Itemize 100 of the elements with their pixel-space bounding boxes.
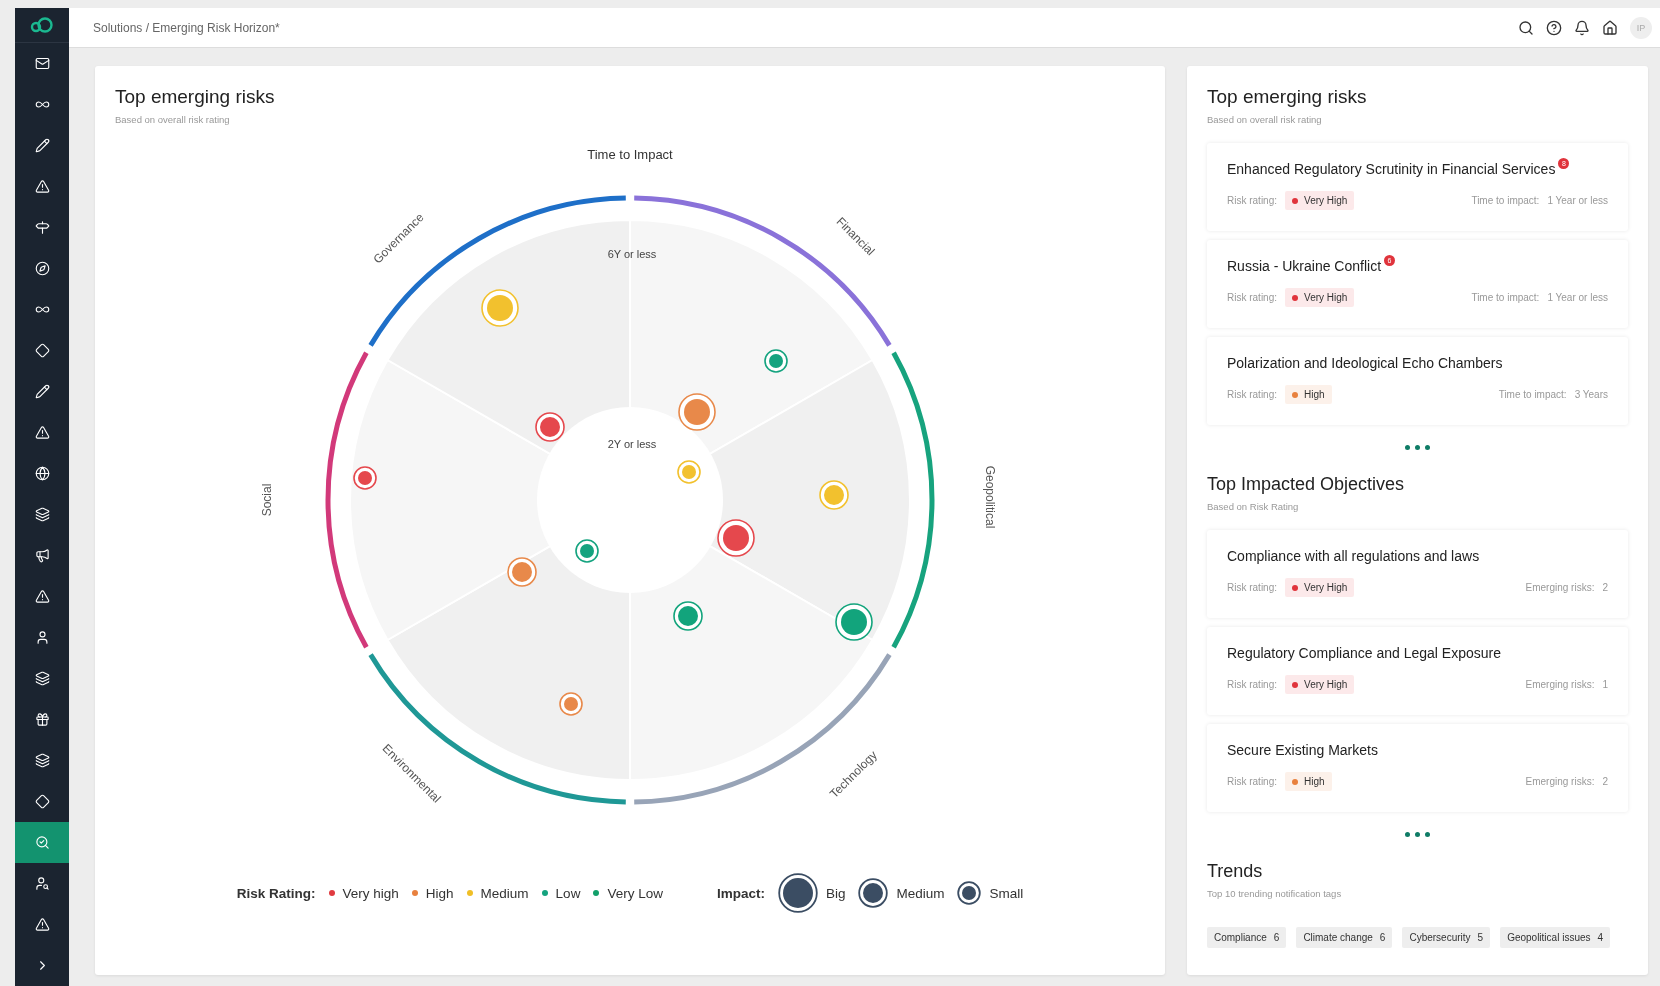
pencil-icon: [34, 384, 50, 399]
compass-icon: [34, 261, 50, 276]
risk-name: Polarization and Ideological Echo Chambers: [1227, 355, 1503, 371]
time-value: 1 Year or less: [1547, 195, 1608, 206]
risk-name: Russia - Ukraine Conflict: [1227, 258, 1382, 274]
user-search-icon: [34, 876, 50, 891]
objective-card[interactable]: Regulatory Compliance and Legal Exposure Risk rating: Very High Emerging risks: 1: [1207, 627, 1628, 715]
legend-label: Medium: [480, 885, 529, 901]
risk-rating-label: Risk rating:: [1227, 389, 1277, 400]
breadcrumb: Solutions / Emerging Risk Horizon*: [93, 20, 280, 35]
card-title: Top emerging risks: [115, 86, 276, 108]
time-label: Time to impact:: [1471, 292, 1540, 303]
risk-name: Enhanced Regulatory Scrutinity in Financial Services: [1227, 161, 1556, 177]
mail-icon: [34, 56, 50, 71]
trend-tag[interactable]: Climate change 6: [1296, 927, 1393, 948]
risk-rating-label: Risk rating:: [1227, 195, 1277, 206]
risk-rating-label: Risk rating:: [1227, 292, 1277, 303]
risk-bubble[interactable]: [673, 601, 703, 631]
legend-label: Big: [825, 885, 846, 901]
risk-bubble[interactable]: [678, 393, 716, 431]
gift-icon: [34, 712, 50, 727]
diamond-icon: [34, 343, 50, 358]
legend-label: High: [425, 885, 454, 901]
section-title: Top Impacted Objectives: [1207, 474, 1406, 495]
ring-label: 2Y or less: [607, 437, 657, 450]
help-icon[interactable]: [1546, 19, 1562, 36]
pencil-icon: [34, 138, 50, 153]
risk-rating-tag: Very High: [1285, 675, 1355, 694]
legend-label: Very Low: [607, 885, 663, 901]
diamond-icon: [34, 794, 50, 809]
objective-name: Compliance with all regulations and laws: [1227, 548, 1480, 564]
emerging-risks-label: Emerging risks:: [1525, 582, 1595, 593]
warning-icon: [34, 425, 50, 440]
objective-card[interactable]: Secure Existing Markets Risk rating: High Emerging risks: 2: [1207, 724, 1628, 812]
signpost-icon: [34, 220, 50, 235]
risk-rating-label: Risk rating:: [1227, 679, 1277, 690]
section-subtitle: Top 10 trending notification tags: [1207, 888, 1343, 899]
risk-bubble[interactable]: [535, 412, 565, 442]
legend-label: Low: [555, 885, 581, 901]
chart-title: Time to Impact: [587, 147, 673, 162]
ring-label: 6Y or less: [607, 247, 657, 260]
emerging-risks-count: 2: [1602, 582, 1608, 593]
risk-rating-tag: Very High: [1285, 191, 1355, 210]
objective-card[interactable]: Compliance with all regulations and laws Risk rating: Very High Emerging risks: 2: [1207, 530, 1628, 618]
legend-title: Impact:: [716, 885, 765, 901]
section-subtitle: Based on overall risk rating: [1207, 114, 1323, 125]
bell-icon[interactable]: [1574, 19, 1590, 36]
logo-icon: [30, 17, 54, 33]
impact-circle-icon: [858, 878, 889, 908]
objective-name: Regulatory Compliance and Legal Exposure: [1227, 645, 1501, 661]
warning-icon: [34, 179, 50, 194]
risk-rating-label: Risk rating:: [1227, 582, 1277, 593]
objective-name: Secure Existing Markets: [1227, 742, 1378, 758]
section-subtitle: Based on Risk Rating: [1207, 501, 1300, 512]
layers-icon: [34, 753, 50, 768]
risk-rating-tag: Very High: [1285, 288, 1355, 307]
risk-rating-label: Risk rating:: [1227, 776, 1277, 787]
emerging-risks-count: 2: [1602, 776, 1608, 787]
globe-icon: [34, 466, 50, 481]
time-label: Time to impact:: [1471, 195, 1540, 206]
risk-rating-tag: High: [1285, 385, 1332, 404]
emerging-risks-label: Emerging risks:: [1525, 679, 1595, 690]
section-title: Trends: [1207, 861, 1264, 882]
layers-icon: [34, 507, 50, 522]
risk-bubble[interactable]: [764, 349, 788, 373]
search-check-icon: [34, 835, 50, 850]
impact-circle-icon: [957, 881, 982, 905]
legend-label: Very high: [342, 885, 399, 901]
card-subtitle: Based on overall risk rating: [115, 114, 231, 125]
risk-bubble[interactable]: [717, 519, 755, 557]
search-icon[interactable]: [1518, 19, 1534, 36]
risk-card[interactable]: Polarization and Ideological Echo Chambers Risk rating: High Time to impact: 3 Years: [1207, 337, 1628, 425]
emerging-risks-label: Emerging risks:: [1525, 776, 1595, 787]
risk-bubble[interactable]: [507, 557, 537, 587]
risk-bubble[interactable]: [575, 539, 599, 563]
time-label: Time to impact:: [1498, 389, 1567, 400]
trend-tag[interactable]: Geopolitical issues 4: [1500, 927, 1611, 948]
legend-label: Medium: [896, 885, 945, 901]
legend-label: Small: [989, 885, 1024, 901]
layers-icon: [34, 671, 50, 686]
risk-rating-tag: Very High: [1285, 578, 1355, 597]
trend-tag[interactable]: Compliance 6: [1207, 927, 1287, 948]
time-value: 3 Years: [1574, 389, 1608, 400]
legend-title: Risk Rating:: [236, 885, 316, 901]
impact-circle-icon: [777, 873, 818, 913]
emerging-risks-count: 1: [1602, 679, 1608, 690]
user-icon: [34, 630, 50, 645]
risk-bubble[interactable]: [835, 603, 873, 641]
risk-rating-tag: High: [1285, 772, 1332, 791]
time-value: 1 Year or less: [1547, 292, 1608, 303]
megaphone-icon: [34, 548, 50, 563]
risk-bubble[interactable]: [559, 692, 583, 716]
section-title: Top emerging risks: [1207, 86, 1368, 108]
warning-icon: [34, 589, 50, 604]
warning-icon: [34, 917, 50, 932]
sector-label: Social: [260, 483, 275, 517]
trend-tag[interactable]: Cybersecurity 5: [1402, 927, 1491, 948]
risk-bubble[interactable]: [353, 466, 377, 490]
sector-label: Geopolitical: [982, 465, 997, 529]
home-icon[interactable]: [1602, 19, 1618, 36]
